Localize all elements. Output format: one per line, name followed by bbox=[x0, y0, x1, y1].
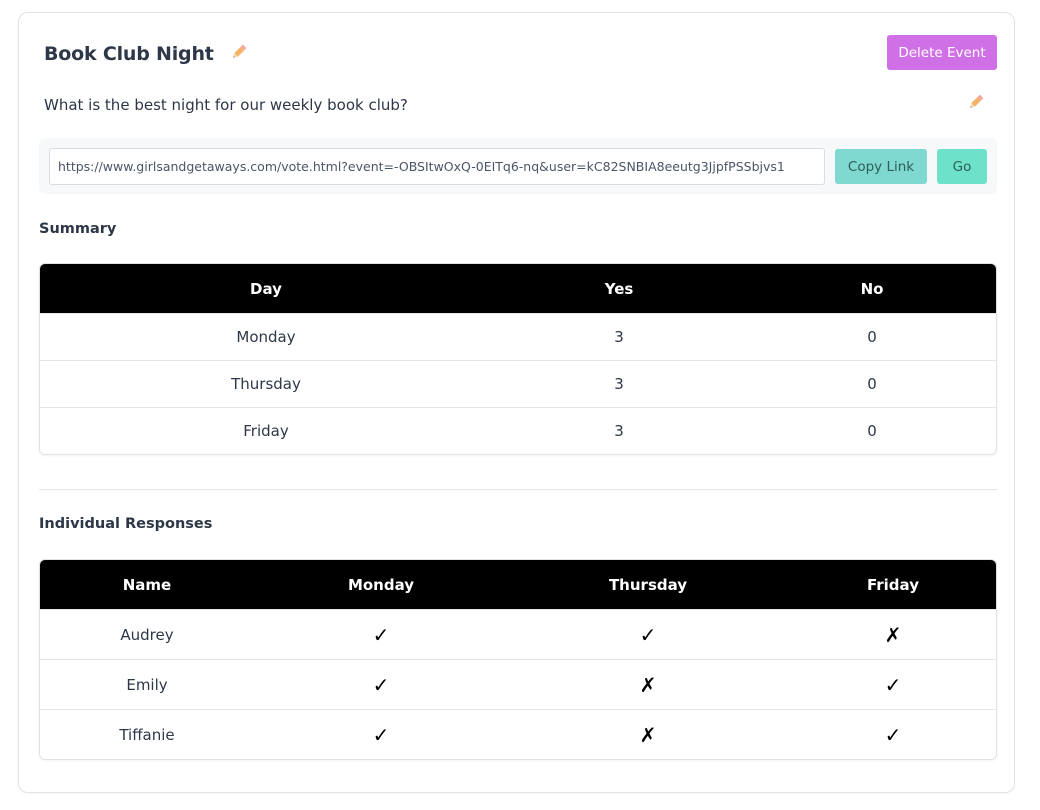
column-header: Day bbox=[40, 264, 492, 314]
delete-event-button[interactable]: Delete Event bbox=[887, 35, 997, 70]
summary-heading: Summary bbox=[39, 221, 117, 237]
vote-mark: ✓ bbox=[254, 709, 508, 759]
no-count-cell: 0 bbox=[746, 360, 996, 408]
column-header: Friday bbox=[788, 560, 996, 610]
event-title: Book Club Night bbox=[44, 43, 214, 65]
section-divider bbox=[39, 489, 997, 490]
vote-mark: ✓ bbox=[788, 659, 996, 710]
table-row: Tiffanie ✓ ✗ ✓ bbox=[40, 709, 996, 759]
table-row: Friday 3 0 bbox=[40, 407, 996, 454]
table-row: Audrey ✓ ✓ ✗ bbox=[40, 609, 996, 660]
day-cell: Friday bbox=[40, 407, 492, 454]
event-card: Book Club Night Delete Event What is the… bbox=[18, 12, 1015, 793]
responses-header-row: Name Monday Thursday Friday bbox=[40, 560, 996, 610]
copy-link-button[interactable]: Copy Link bbox=[835, 149, 927, 184]
title-row: Book Club Night bbox=[44, 41, 248, 67]
individual-responses-table: Name Monday Thursday Friday Audrey ✓ ✓ ✗… bbox=[39, 559, 997, 760]
summary-table: Day Yes No Monday 3 0 Thursday 3 0 Frida… bbox=[39, 263, 997, 455]
table-row: Thursday 3 0 bbox=[40, 360, 996, 408]
edit-title-pencil-icon[interactable] bbox=[230, 43, 248, 65]
name-cell: Emily bbox=[40, 659, 254, 710]
column-header: No bbox=[746, 264, 996, 314]
vote-mark: ✗ bbox=[508, 659, 788, 710]
vote-link-input[interactable] bbox=[49, 148, 825, 185]
vote-mark: ✓ bbox=[788, 709, 996, 759]
day-cell: Thursday bbox=[40, 360, 492, 408]
column-header: Name bbox=[40, 560, 254, 610]
vote-mark: ✓ bbox=[254, 609, 508, 660]
individual-responses-heading: Individual Responses bbox=[39, 516, 213, 532]
yes-count-cell: 3 bbox=[492, 407, 746, 454]
column-header: Thursday bbox=[508, 560, 788, 610]
no-count-cell: 0 bbox=[746, 407, 996, 454]
vote-mark: ✓ bbox=[254, 659, 508, 710]
column-header: Yes bbox=[492, 264, 746, 314]
name-cell: Tiffanie bbox=[40, 709, 254, 759]
event-description: What is the best night for our weekly bo… bbox=[44, 96, 408, 114]
table-row: Emily ✓ ✗ ✓ bbox=[40, 659, 996, 710]
vote-mark: ✗ bbox=[788, 609, 996, 660]
edit-description-pencil-icon[interactable] bbox=[967, 93, 985, 115]
yes-count-cell: 3 bbox=[492, 360, 746, 408]
vote-link-bar: Copy Link Go bbox=[39, 138, 997, 194]
column-header: Monday bbox=[254, 560, 508, 610]
table-row: Monday 3 0 bbox=[40, 313, 996, 361]
day-cell: Monday bbox=[40, 313, 492, 361]
vote-mark: ✗ bbox=[508, 709, 788, 759]
vote-mark: ✓ bbox=[508, 609, 788, 660]
summary-header-row: Day Yes No bbox=[40, 264, 996, 314]
no-count-cell: 0 bbox=[746, 313, 996, 361]
yes-count-cell: 3 bbox=[492, 313, 746, 361]
name-cell: Audrey bbox=[40, 609, 254, 660]
go-button[interactable]: Go bbox=[937, 149, 987, 184]
